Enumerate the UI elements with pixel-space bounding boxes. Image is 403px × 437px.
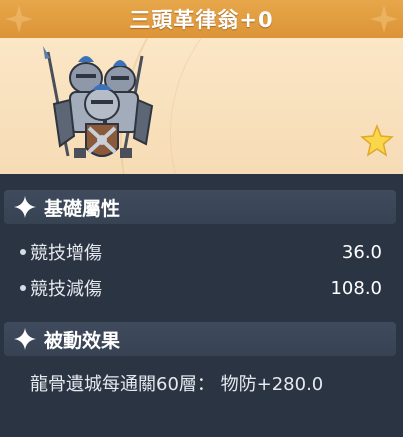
corner-ornament-icon [370, 5, 398, 33]
stat-row: 競技增傷 36.0 [20, 238, 382, 266]
section-header-base-attributes: 基礎屬性 [4, 190, 396, 224]
corner-ornament-icon [5, 5, 33, 33]
stat-label: 競技減傷 [30, 279, 102, 300]
stat-label: 競技增傷 [30, 243, 102, 264]
stat-value: 108.0 [330, 277, 382, 299]
item-title: 三頭革律翁+0 [129, 8, 274, 32]
star-icon [360, 124, 394, 157]
item-banner [0, 38, 403, 174]
sparkle-icon [14, 328, 36, 350]
stat-value: 36.0 [341, 241, 382, 263]
stat-row: 競技減傷 108.0 [20, 274, 382, 302]
section-title: 被動效果 [44, 329, 121, 352]
section-header-passive: 被動效果 [4, 322, 396, 356]
bullet-icon [20, 249, 26, 255]
section-title: 基礎屬性 [44, 197, 121, 220]
sparkle-icon [14, 196, 36, 218]
knight-squad-icon [43, 46, 154, 158]
bullet-icon [20, 285, 26, 291]
passive-effect-text: 龍骨遺城每通關60層： 物防+280.0 [30, 374, 324, 395]
title-bar: 三頭革律翁+0 [0, 0, 403, 39]
item-detail-panel: 三頭革律翁+0 基礎屬性 競技增傷 36.0 競技減傷 108.0 被動效果 龍… [0, 0, 403, 437]
